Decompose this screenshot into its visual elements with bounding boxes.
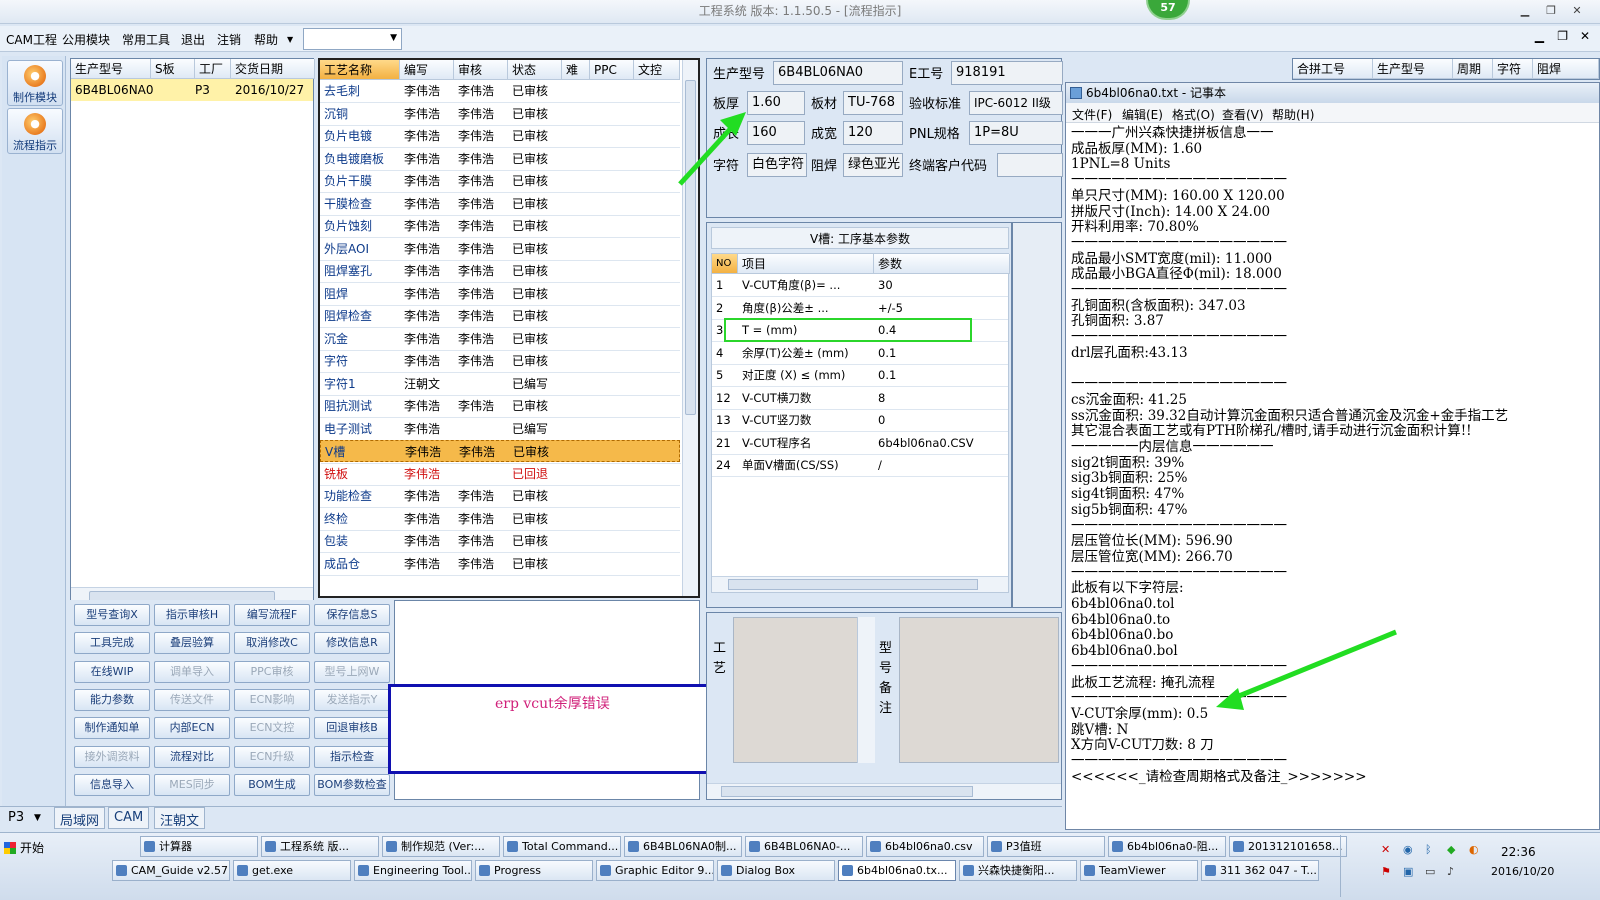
windows-logo-icon [4, 842, 16, 854]
taskbar-row-1: 计算器 工程系统 版... 制作规范 (Ver:... Total Command..… [140, 836, 1347, 859]
tray-bluetooth-icon[interactable]: ᛒ [1425, 843, 1432, 856]
tray-x-icon[interactable]: ✕ [1381, 843, 1390, 856]
taskbar: 开始 计算器 工程系统 版... 制作规范 (Ver:... Total Comman… [0, 832, 1600, 900]
taskbar-button[interactable]: 6b4bl06na0.csv [866, 836, 984, 857]
taskbar-button[interactable]: 311 362 047 - T... [1201, 860, 1319, 881]
arrow-line-vcut [1233, 629, 1397, 701]
system-tray: 22:36 2016/10/20 ✕ ◉ ᛒ ◆ ◐ ⚑ ▣ ▭ ♪ [1340, 835, 1598, 897]
taskbar-button[interactable]: Graphic Editor 9... [596, 860, 714, 881]
taskbar-row-2: CAM_Guide v2.57 get.exe Engineering Tool..… [112, 860, 1342, 883]
taskbar-button[interactable]: 制作规范 (Ver:... [382, 836, 500, 857]
taskbar-button[interactable]: 计算器 [140, 836, 258, 857]
taskbar-button[interactable]: Engineering Tool... [354, 860, 472, 881]
chevron-down-icon[interactable]: ▼ [34, 813, 41, 823]
tray-monitor-icon[interactable]: ▭ [1425, 865, 1435, 878]
tray-update-icon[interactable]: ◐ [1469, 843, 1479, 856]
tray-network-icon[interactable]: ◉ [1403, 843, 1413, 856]
taskbar-button[interactable]: 6B4BL06NA0-... [745, 836, 863, 857]
taskbar-button[interactable]: 兴森快捷衡阳... [959, 860, 1077, 881]
arrow-head-vcut [1216, 688, 1244, 710]
status-user[interactable]: 汪朝文 [154, 807, 206, 829]
taskbar-button[interactable]: P3值班 [987, 836, 1105, 857]
taskbar-button[interactable]: 工程系统 版... [261, 836, 379, 857]
status-bar: P3 ▼ 局域网 CAM 汪朝文 [0, 806, 1062, 829]
taskbar-button[interactable]: Dialog Box [717, 860, 835, 881]
taskbar-button[interactable]: get.exe [233, 860, 351, 881]
taskbar-button[interactable]: 6b4bl06na0-阻... [1108, 836, 1226, 857]
taskbar-button[interactable]: TeamViewer [1080, 860, 1198, 881]
taskbar-button[interactable]: 6B4BL06NA0制... [624, 836, 742, 857]
taskbar-button[interactable]: Total Command... [503, 836, 621, 857]
tray-flag-icon[interactable]: ⚑ [1381, 865, 1391, 878]
start-button[interactable]: 开始 [2, 837, 50, 859]
start-label: 开始 [20, 841, 45, 855]
status-plant[interactable]: P3 [8, 810, 24, 825]
tray-volume-icon[interactable]: ♪ [1447, 865, 1454, 878]
tray-clock[interactable]: 22:36 [1501, 845, 1536, 859]
arrow-line-thickness [678, 124, 735, 186]
tray-shield-icon[interactable]: ◆ [1447, 843, 1455, 856]
status-lan[interactable]: 局域网 [54, 807, 106, 829]
annotation-arrows [678, 112, 1397, 710]
taskbar-button[interactable]: 201312101658... [1229, 836, 1347, 857]
taskbar-button[interactable]: 6b4bl06na0.tx... [838, 860, 956, 881]
tray-date[interactable]: 2016/10/20 [1491, 865, 1554, 878]
taskbar-button[interactable]: Progress [475, 860, 593, 881]
taskbar-button[interactable]: CAM_Guide v2.57 [112, 860, 230, 881]
tray-app-icon[interactable]: ▣ [1403, 865, 1413, 878]
status-cam[interactable]: CAM [108, 807, 150, 829]
